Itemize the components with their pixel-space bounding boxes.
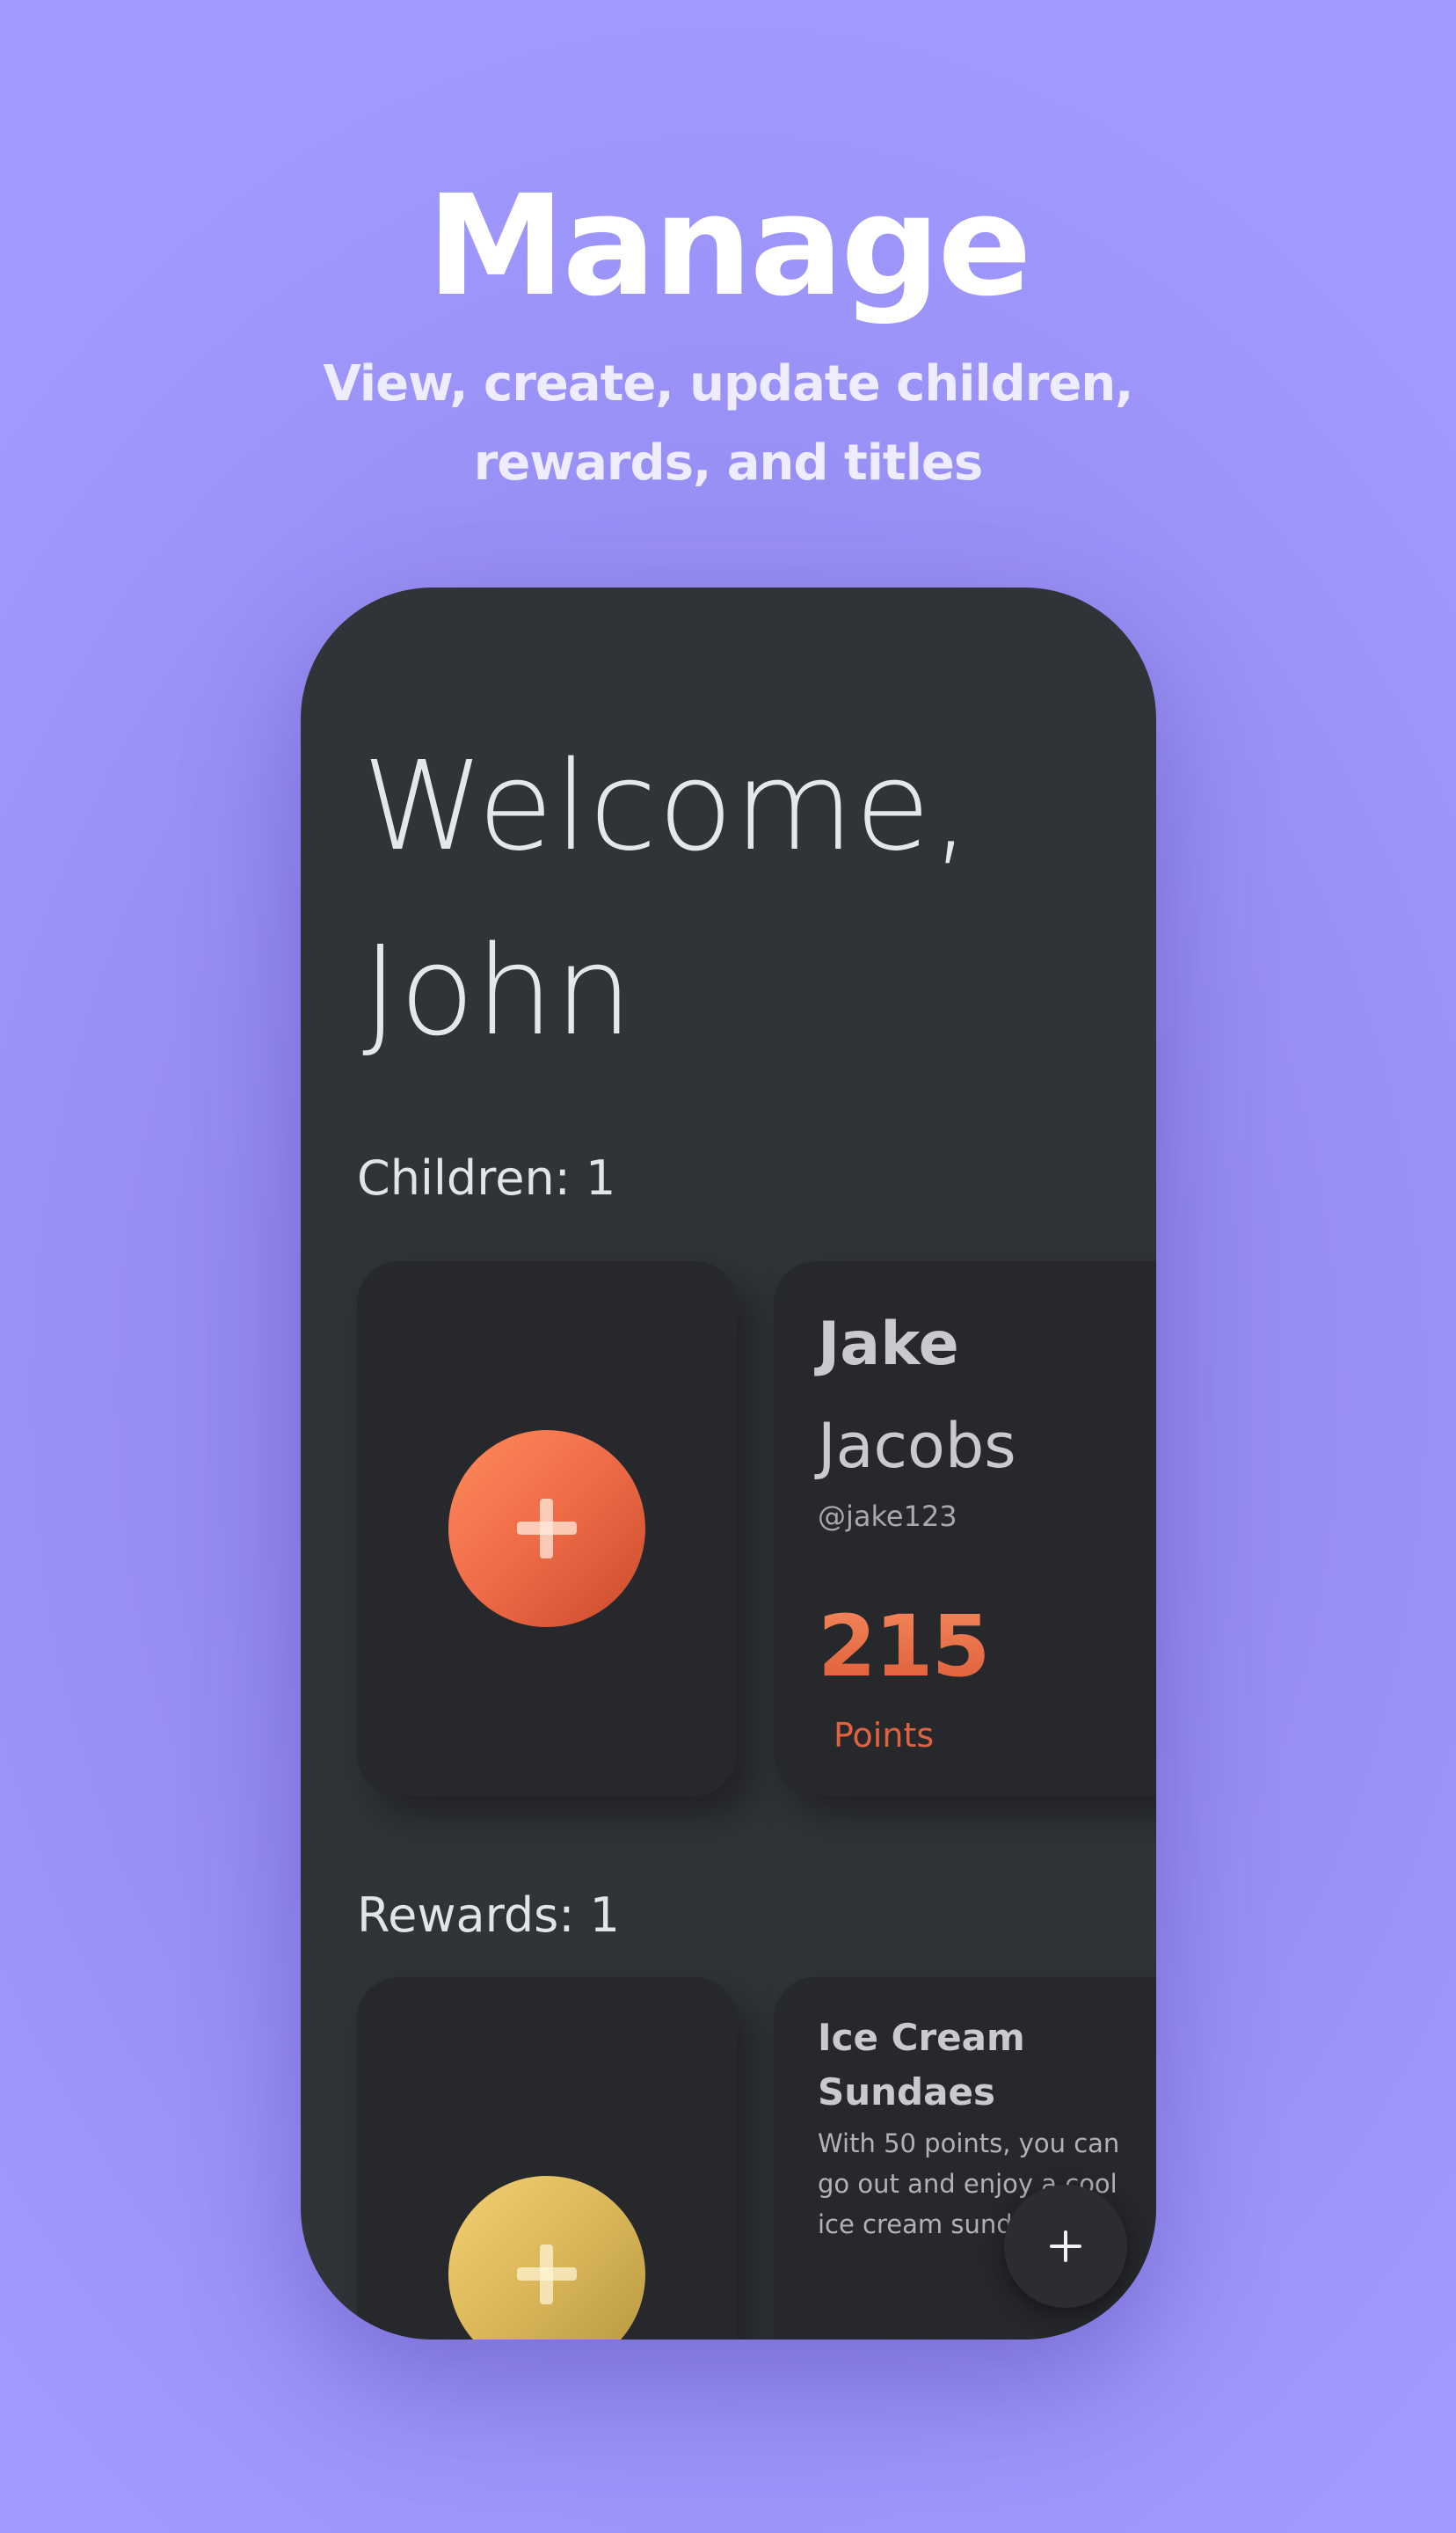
- rewards-count-label: Rewards: 1: [357, 1887, 620, 1943]
- reward-title: Ice Cream Sundaes: [818, 2016, 1025, 2113]
- phone-screen: Welcome, John Children: 1 Jake Jacobs @j…: [301, 588, 1156, 2340]
- child-card[interactable]: Jake Jacobs @jake123 215 Points: [774, 1261, 1156, 1796]
- floating-add-button[interactable]: [1004, 2185, 1127, 2308]
- add-reward-card[interactable]: [357, 1977, 737, 2340]
- child-last-name: Jacobs: [818, 1410, 1016, 1482]
- add-child-card[interactable]: [357, 1261, 737, 1796]
- child-first-name: Jake: [818, 1310, 959, 1379]
- plus-icon: [448, 2176, 645, 2340]
- welcome-greeting: Welcome,: [362, 735, 972, 879]
- add-reward-button[interactable]: [448, 2176, 645, 2340]
- plus-icon: [1004, 2185, 1127, 2308]
- add-child-button[interactable]: [448, 1430, 645, 1627]
- page-subtitle: View, create, update children, rewards, …: [323, 355, 1134, 492]
- page-title: Manage: [426, 165, 1031, 327]
- child-points-label: Points: [834, 1716, 935, 1755]
- plus-icon: [448, 1430, 645, 1627]
- child-points-value: 215: [818, 1594, 990, 1699]
- children-count-label: Children: 1: [357, 1150, 616, 1206]
- welcome-user-name: John: [362, 920, 634, 1063]
- child-username: @jake123: [818, 1500, 957, 1533]
